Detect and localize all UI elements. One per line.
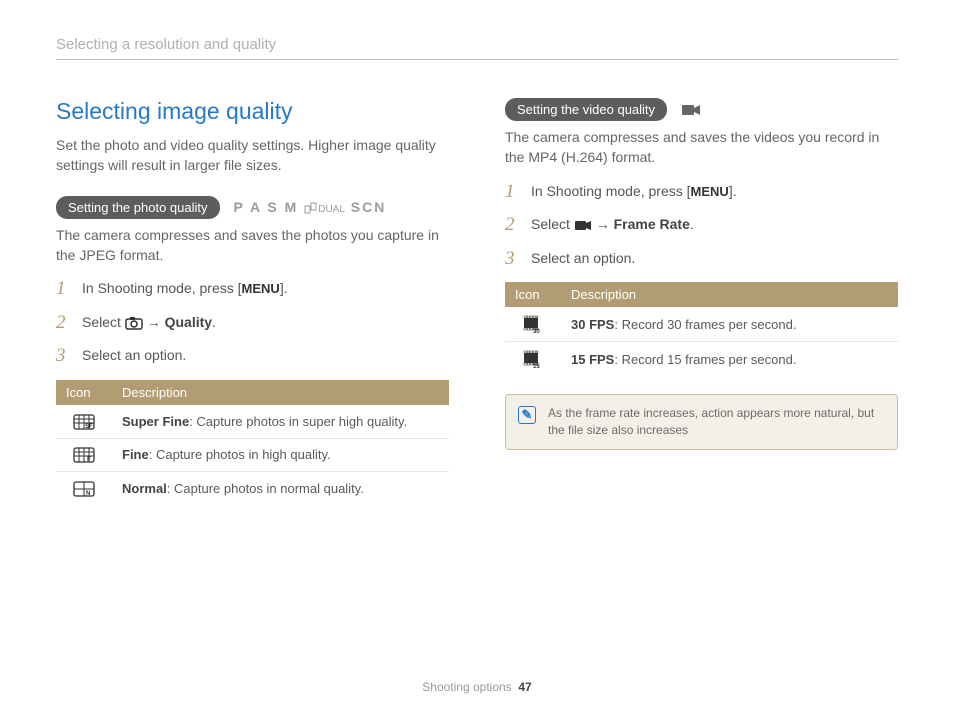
table-row: 30 30 FPS: Record 30 frames per second. (505, 307, 898, 342)
note-icon: ✎ (518, 406, 536, 424)
video-quality-pill: Setting the video quality (505, 98, 667, 121)
photo-step-3: Select an option. (56, 346, 449, 366)
step-text: In Shooting mode, press [ (82, 280, 242, 296)
fps15-icon: 15 (522, 350, 544, 368)
menu-label: MENU (242, 281, 280, 296)
opt-desc: : Record 15 frames per second. (614, 352, 796, 367)
photo-quality-pill: Setting the photo quality (56, 196, 220, 219)
step-text: . (212, 314, 216, 330)
videocam-icon (574, 219, 592, 232)
step-text: . (690, 216, 694, 232)
page-footer: Shooting options 47 (0, 680, 954, 694)
step-text: Select (531, 216, 574, 232)
fps30-icon: 30 (522, 315, 544, 333)
video-step-1: In Shooting mode, press [MENU]. (505, 182, 898, 202)
quality-label: Quality (165, 314, 212, 330)
video-step-3: Select an option. (505, 249, 898, 269)
page-title: Selecting image quality (56, 98, 449, 125)
step-arrow: → (592, 216, 614, 232)
video-mode-icon (681, 103, 701, 117)
note-text: As the frame rate increases, action appe… (548, 405, 885, 439)
svg-text:SF: SF (85, 424, 93, 430)
menu-label: MENU (691, 184, 729, 199)
opt-title: Normal (122, 481, 167, 496)
page-number: 47 (518, 680, 531, 694)
opt-desc: : Capture photos in high quality. (149, 447, 331, 462)
th-icon: Icon (505, 282, 561, 307)
svg-text:30: 30 (533, 329, 540, 333)
step-arrow: → (143, 314, 165, 330)
frame-rate-label: Frame Rate (614, 216, 690, 232)
photo-options-table: Icon Description SF Super Fine: Capture … (56, 380, 449, 505)
photo-desc: The camera compresses and saves the phot… (56, 225, 449, 266)
svg-text:15: 15 (533, 364, 540, 368)
mode-indicators: P A S M DUAL SCN (234, 199, 387, 215)
step-text: In Shooting mode, press [ (531, 183, 691, 199)
dual-mode-icon (304, 202, 318, 214)
table-row: N Normal: Capture photos in normal quali… (56, 472, 449, 505)
video-step-2: Select → Frame Rate. (505, 215, 898, 235)
step-text: Select (82, 314, 125, 330)
fine-icon: F (73, 447, 95, 463)
mode-scn: SCN (351, 199, 387, 215)
note-box: ✎ As the frame rate increases, action ap… (505, 394, 898, 450)
svg-text:N: N (86, 491, 90, 497)
table-row: SF Super Fine: Capture photos in super h… (56, 405, 449, 438)
opt-desc: : Capture photos in normal quality. (167, 481, 364, 496)
table-row: 15 15 FPS: Record 15 frames per second. (505, 342, 898, 377)
opt-desc: : Record 30 frames per second. (614, 317, 796, 332)
th-icon: Icon (56, 380, 112, 405)
mode-letters: P A S M (234, 199, 299, 215)
intro-text: Set the photo and video quality settings… (56, 135, 449, 176)
normal-icon: N (73, 481, 95, 497)
th-desc: Description (561, 282, 898, 307)
table-row: F Fine: Capture photos in high quality. (56, 438, 449, 472)
opt-title: 30 FPS (571, 317, 614, 332)
opt-title: 15 FPS (571, 352, 614, 367)
video-desc: The camera compresses and saves the vide… (505, 127, 898, 168)
footer-section: Shooting options (422, 680, 511, 694)
step-text: ]. (729, 183, 737, 199)
superfine-icon: SF (73, 414, 95, 430)
opt-title: Fine (122, 447, 149, 462)
opt-title: Super Fine (122, 414, 189, 429)
photo-step-1: In Shooting mode, press [MENU]. (56, 279, 449, 299)
step-text: ]. (280, 280, 288, 296)
svg-text:F: F (87, 457, 91, 463)
camera-icon (125, 316, 143, 330)
photo-step-2: Select → Quality. (56, 313, 449, 333)
breadcrumb: Selecting a resolution and quality (56, 36, 898, 60)
th-desc: Description (112, 380, 449, 405)
left-column: Selecting image quality Set the photo an… (56, 98, 449, 505)
opt-desc: : Capture photos in super high quality. (189, 414, 407, 429)
right-column: Setting the video quality The camera com… (505, 98, 898, 505)
video-options-table: Icon Description 30 30 FPS: Record 30 fr… (505, 282, 898, 376)
